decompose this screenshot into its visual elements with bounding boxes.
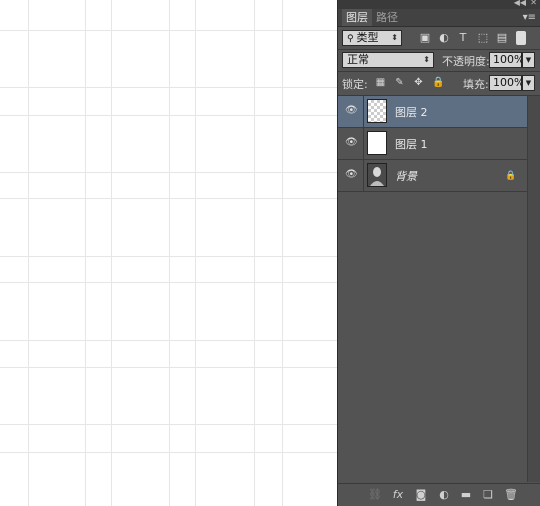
opacity-input[interactable]: 100% [489,52,524,68]
opacity-label: 不透明度: [442,55,490,68]
lock-position-icon[interactable]: ✥ [413,77,424,88]
adjustment-layer-icon[interactable]: ◐ [437,488,451,502]
folder-icon[interactable]: ▬ [459,488,473,502]
layers-panel: ◀◀ ✕ 图层 路径 ▾≡ ⚲ 类型 ⬍ ▣ ◐ T ⬚ ▤ 正常 ⬍ 不透明度… [337,0,540,506]
layer-thumbnail [367,99,387,123]
panel-tab-bar: 图层 路径 ▾≡ [338,9,540,27]
portrait-thumbnail-image [368,164,386,186]
tab-paths[interactable]: 路径 [372,9,402,26]
dropdown-arrow-icon: ⬍ [423,55,430,64]
eye-icon[interactable]: 👁 [345,170,358,180]
shape-filter-icon[interactable]: ⬚ [477,32,489,44]
layer-name[interactable]: 图层 2 [395,104,428,120]
blend-mode-dropdown[interactable]: 正常 ⬍ [342,52,434,68]
filter-kind-label: 类型 [356,31,379,44]
layer-name[interactable]: 背景 [395,168,417,184]
lock-image-pixels-icon[interactable]: ✎ [394,77,405,88]
layer-name[interactable]: 图层 1 [395,136,428,152]
filter-kind-dropdown[interactable]: ⚲ 类型 ⬍ [342,30,402,46]
dropdown-arrow-icon: ⬍ [391,33,398,42]
new-layer-icon[interactable]: ❏ [481,488,495,502]
layers-scrollbar[interactable] [527,96,540,482]
layer-row-background[interactable]: 👁 背景 🔒 [338,160,528,192]
smart-object-filter-icon[interactable]: ▤ [496,32,508,44]
layer-thumbnail [367,131,387,155]
adjustment-filter-icon[interactable]: ◐ [438,32,450,44]
link-icon[interactable]: ⛓ [368,488,382,502]
layer-row-layer-1[interactable]: 👁 图层 1 [338,128,528,160]
mask-icon[interactable]: ◙ [414,488,428,502]
panel-menu-icon[interactable]: ▾≡ [523,9,536,26]
collapse-icon[interactable]: ◀◀ [514,0,526,7]
document-canvas[interactable] [0,0,337,506]
type-filter-icon[interactable]: T [457,32,469,44]
trash-icon[interactable]: 🗑 [504,488,518,502]
eye-icon[interactable]: 👁 [345,106,358,116]
opacity-slider-button[interactable]: ▼ [522,52,535,68]
blend-mode-value: 正常 [347,53,369,66]
fill-input[interactable]: 100% [489,75,524,91]
layers-bottom-toolbar: ⛓ fx ◙ ◐ ▬ ❏ 🗑 [338,483,540,506]
lock-label: 锁定: [342,78,368,91]
fill-label: 填充: [463,78,489,91]
fx-icon[interactable]: fx [391,488,405,502]
pixel-filter-icon[interactable]: ▣ [419,32,431,44]
panel-top-strip: ◀◀ ✕ [338,0,540,9]
layer-row-layer-2[interactable]: 👁 图层 2 [338,96,528,128]
fill-slider-button[interactable]: ▼ [522,75,535,91]
lock-all-icon[interactable]: 🔒 [432,77,444,88]
lock-transparent-pixels-icon[interactable]: ▦ [375,77,386,88]
close-icon[interactable]: ✕ [530,0,537,7]
tab-layers[interactable]: 图层 [342,9,372,26]
lock-icon: 🔒 [505,171,517,181]
filter-toggle-switch[interactable] [516,31,526,45]
layer-thumbnail [367,163,387,187]
eye-icon[interactable]: 👁 [345,138,358,148]
